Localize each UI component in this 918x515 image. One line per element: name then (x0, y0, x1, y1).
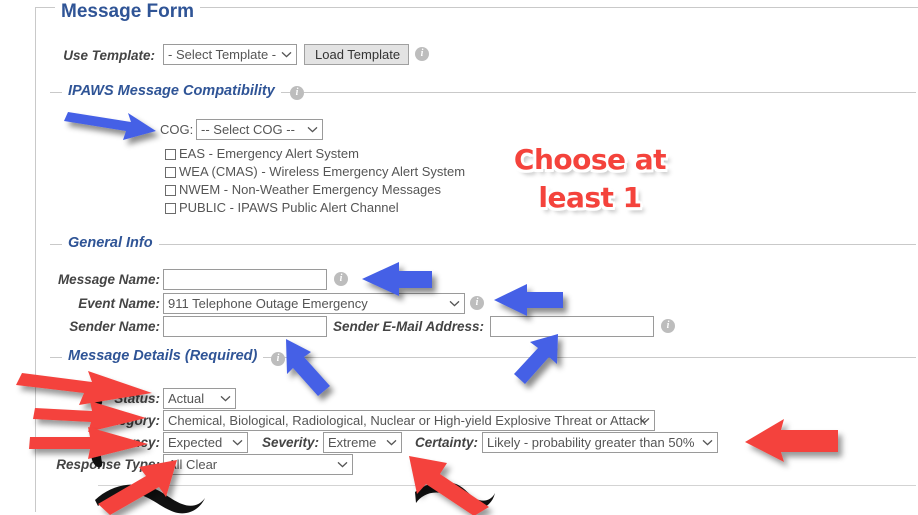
chevron-down-icon (449, 294, 460, 313)
response-type-label: Response Type: (56, 457, 160, 472)
category-label: Category: (96, 413, 160, 428)
use-template-label: Use Template: (63, 48, 155, 63)
status-label: Status: (114, 391, 160, 406)
info-icon-event-name[interactable]: i (470, 296, 484, 310)
chevron-down-icon (639, 411, 650, 430)
severity-select[interactable]: Extreme (323, 432, 402, 453)
info-icon[interactable]: i (415, 47, 429, 61)
response-type-value: All Clear (168, 457, 218, 472)
certainty-select[interactable]: Likely - probability greater than 50% (482, 432, 718, 453)
general-info-legend: General Info (62, 236, 159, 251)
section-divider (98, 485, 916, 486)
checkbox-row-eas[interactable]: EAS - Emergency Alert System (165, 146, 359, 161)
event-name-value: 911 Telephone Outage Emergency (168, 296, 368, 311)
checkbox-row-public[interactable]: PUBLIC - IPAWS Public Alert Channel (165, 200, 399, 215)
response-type-select[interactable]: All Clear (163, 454, 353, 475)
status-value: Actual (168, 391, 205, 406)
message-form-page: Message Form Use Template: - Select Temp… (0, 0, 918, 515)
ipaws-legend: IPAWS Message Compatibility (62, 84, 281, 99)
use-template-select[interactable]: - Select Template - (163, 44, 297, 65)
chevron-down-icon (281, 45, 292, 64)
sender-name-input[interactable] (163, 316, 327, 337)
chevron-down-icon (337, 455, 348, 474)
checkbox-row-wea[interactable]: WEA (CMAS) - Wireless Emergency Alert Sy… (165, 164, 465, 179)
message-name-label: Message Name: (57, 272, 160, 287)
info-icon-message-name[interactable]: i (334, 272, 348, 286)
cog-select[interactable]: -- Select COG -- (196, 119, 323, 140)
event-name-label: Event Name: (78, 296, 160, 311)
info-icon-sender-email[interactable]: i (661, 319, 675, 333)
checkbox-nwem[interactable] (165, 185, 176, 196)
certainty-label: Certainty: (414, 435, 478, 450)
severity-value: Extreme (328, 435, 377, 450)
cog-value: -- Select COG -- (201, 122, 295, 137)
status-select[interactable]: Actual (163, 388, 236, 409)
urgency-value: Expected (168, 435, 223, 450)
urgency-label: Urgency: (101, 435, 160, 450)
message-name-input[interactable] (163, 269, 327, 290)
checkbox-label-wea: WEA (CMAS) - Wireless Emergency Alert Sy… (179, 164, 466, 179)
checkbox-public[interactable] (165, 203, 176, 214)
urgency-select[interactable]: Expected (163, 432, 248, 453)
chevron-down-icon (307, 120, 318, 139)
checkbox-label-eas: EAS - Emergency Alert System (179, 146, 359, 161)
sender-name-label: Sender Name: (69, 319, 160, 334)
message-details-legend: Message Details (Required) (62, 349, 264, 364)
certainty-value: Likely - probability greater than 50% (487, 435, 695, 450)
chevron-down-icon (386, 433, 397, 452)
checkbox-wea[interactable] (165, 167, 176, 178)
load-template-button[interactable]: Load Template (304, 44, 409, 65)
severity-label: Severity: (261, 435, 319, 450)
sender-email-input[interactable] (490, 316, 654, 337)
sender-email-label: Sender E-Mail Address: (332, 319, 484, 334)
category-select[interactable]: Chemical, Biological, Radiological, Nucl… (163, 410, 655, 431)
event-name-select[interactable]: 911 Telephone Outage Emergency (163, 293, 465, 314)
use-template-value: - Select Template - (168, 47, 277, 62)
cog-label: COG: (160, 122, 194, 137)
checkbox-label-nwem: NWEM - Non-Weather Emergency Messages (179, 182, 442, 197)
info-icon-message-details[interactable]: i (271, 352, 285, 366)
chevron-down-icon (220, 389, 231, 408)
info-icon-ipaws[interactable]: i (290, 86, 304, 100)
category-value: Chemical, Biological, Radiological, Nucl… (168, 413, 647, 428)
chevron-down-icon (232, 433, 243, 452)
page-title: Message Form (55, 2, 201, 21)
chevron-down-icon (702, 433, 713, 452)
checkbox-row-nwem[interactable]: NWEM - Non-Weather Emergency Messages (165, 182, 441, 197)
checkbox-eas[interactable] (165, 149, 176, 160)
checkbox-label-public: PUBLIC - IPAWS Public Alert Channel (179, 200, 399, 215)
